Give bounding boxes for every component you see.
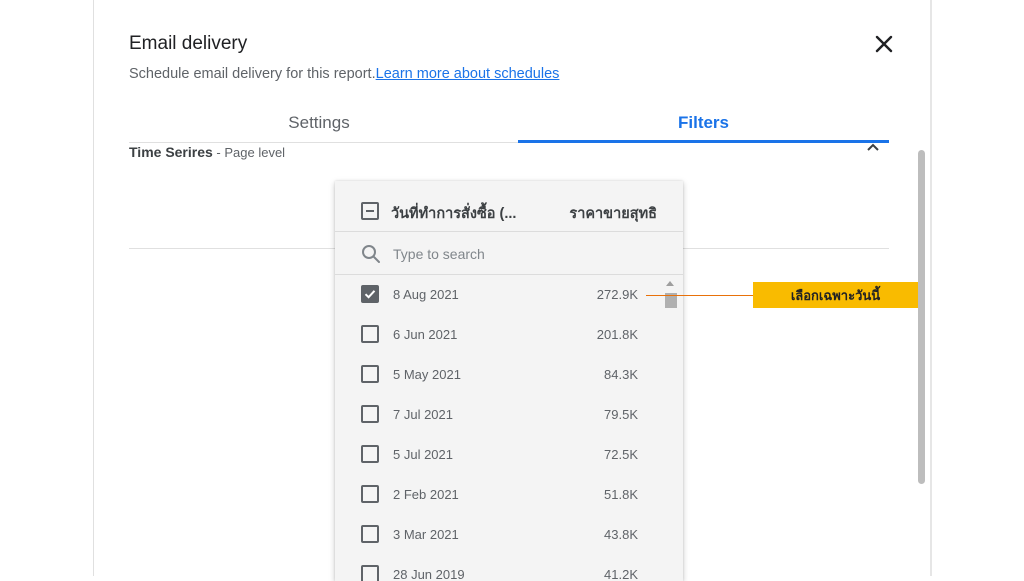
- option-checkbox[interactable]: [361, 565, 379, 581]
- metric-header: ราคาขายสุทธิ: [569, 206, 657, 222]
- close-icon: [875, 35, 893, 53]
- callout-line: [646, 295, 754, 296]
- option-value: 84.3K: [604, 367, 638, 382]
- learn-more-link[interactable]: Learn more about schedules: [376, 66, 560, 82]
- subtitle-text: Schedule email delivery for this report.: [129, 66, 376, 82]
- scroll-up-arrow-icon[interactable]: [666, 281, 674, 286]
- checkmark-icon: [364, 290, 376, 299]
- option-value: 272.9K: [596, 287, 638, 302]
- section-level: - Page level: [212, 145, 286, 160]
- list-item[interactable]: 6 Jun 2021 201.8K: [335, 315, 665, 355]
- callout-label: เลือกเฉพาะวันนี้: [753, 282, 918, 308]
- list-item[interactable]: 8 Aug 2021 272.9K: [335, 275, 665, 315]
- option-checkbox[interactable]: [361, 325, 379, 343]
- select-all-checkbox[interactable]: [361, 202, 379, 220]
- option-checkbox[interactable]: [361, 485, 379, 503]
- option-value: 41.2K: [604, 567, 638, 581]
- option-value: 72.5K: [604, 447, 638, 462]
- list-item[interactable]: 28 Jun 2019 41.2K: [335, 555, 665, 581]
- list-item[interactable]: 7 Jul 2021 79.5K: [335, 395, 665, 435]
- dropdown-header: วันที่ทำการสั่งซื้อ (... ราคาขายสุทธิ: [335, 181, 683, 232]
- option-checkbox[interactable]: [361, 525, 379, 543]
- list-item[interactable]: 2 Feb 2021 51.8K: [335, 475, 665, 515]
- dialog-scrollbar[interactable]: [916, 150, 926, 484]
- dialog-subtitle: Schedule email delivery for this report.…: [129, 66, 559, 82]
- option-label: 5 May 2021: [393, 367, 461, 382]
- option-value: 51.8K: [604, 487, 638, 502]
- chevron-up-icon: [867, 143, 879, 151]
- collapse-button[interactable]: [865, 140, 881, 154]
- search-bar: [335, 232, 683, 275]
- option-checkbox[interactable]: [361, 365, 379, 383]
- option-label: 5 Jul 2021: [393, 447, 453, 462]
- window-edge: [930, 0, 932, 576]
- dialog-title: Email delivery: [129, 33, 248, 54]
- tab-filters[interactable]: Filters: [518, 104, 889, 143]
- option-value: 43.8K: [604, 527, 638, 542]
- list-item[interactable]: 3 Mar 2021 43.8K: [335, 515, 665, 555]
- option-value: 79.5K: [604, 407, 638, 422]
- dimension-header: วันที่ทำการสั่งซื้อ (...: [391, 206, 517, 222]
- section-name: Time Serires: [129, 144, 213, 160]
- section-title: Time Serires - Page level: [129, 144, 285, 160]
- list-item[interactable]: 5 May 2021 84.3K: [335, 355, 665, 395]
- filter-dropdown: วันที่ทำการสั่งซื้อ (... ราคาขายสุทธิ 8 …: [335, 181, 683, 581]
- dropdown-scrollbar[interactable]: [663, 277, 677, 581]
- option-value: 201.8K: [596, 327, 638, 342]
- option-label: 2 Feb 2021: [393, 487, 459, 502]
- option-label: 7 Jul 2021: [393, 407, 453, 422]
- search-input[interactable]: [391, 242, 665, 266]
- option-label: 28 Jun 2019: [393, 567, 465, 581]
- option-checkbox[interactable]: [361, 445, 379, 463]
- option-label: 8 Aug 2021: [393, 287, 459, 302]
- option-checkbox[interactable]: [361, 285, 379, 303]
- search-icon: [362, 245, 380, 263]
- option-checkbox[interactable]: [361, 405, 379, 423]
- option-label: 3 Mar 2021: [393, 527, 459, 542]
- tab-bar: Settings Filters: [129, 104, 889, 143]
- indeterminate-icon: [366, 210, 374, 212]
- option-label: 6 Jun 2021: [393, 327, 458, 342]
- tab-settings[interactable]: Settings: [129, 104, 509, 142]
- close-button[interactable]: [870, 30, 898, 58]
- list-item[interactable]: 5 Jul 2021 72.5K: [335, 435, 665, 475]
- dialog-scrollbar-thumb[interactable]: [918, 150, 925, 484]
